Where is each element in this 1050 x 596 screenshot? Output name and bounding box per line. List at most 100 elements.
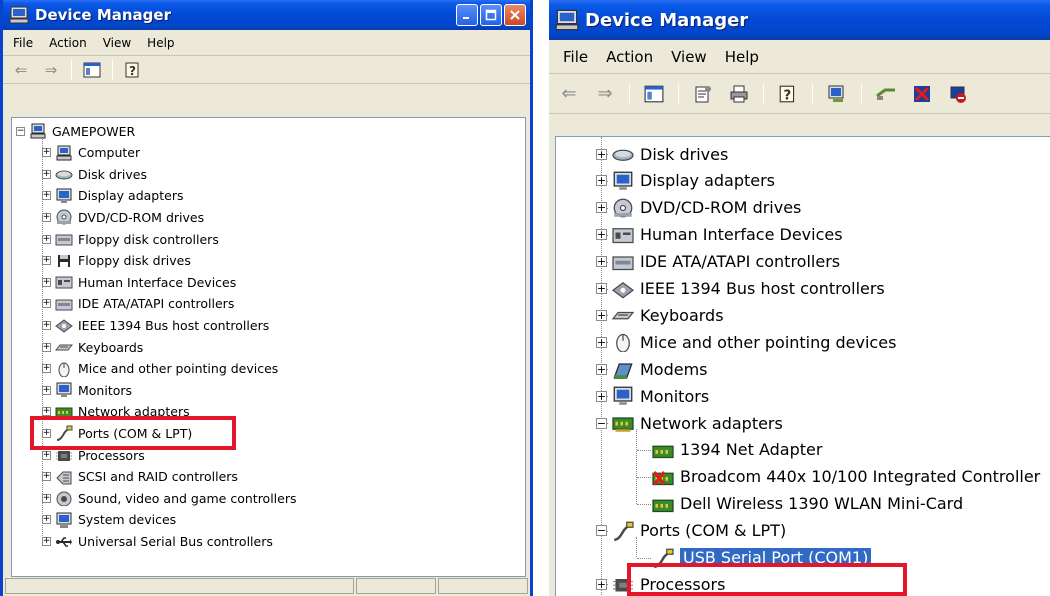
expand-icon[interactable]: + — [42, 234, 51, 244]
menu-file[interactable]: File — [563, 48, 588, 66]
tree-item-label: Floppy disk drives — [78, 253, 191, 269]
tree-item[interactable]: + Floppy disk drives — [42, 251, 191, 271]
tree-item[interactable]: + SCSI and RAID controllers — [42, 467, 238, 487]
window-title: Device Manager — [35, 6, 171, 24]
update-driver-icon[interactable] — [874, 82, 898, 106]
menu-view[interactable]: View — [671, 48, 707, 66]
forward-arrow-icon[interactable]: ⇒ — [41, 61, 61, 79]
title-bar[interactable]: Device Manager — [3, 0, 530, 30]
tree-item[interactable]: + IDE ATA/ATAPI controllers — [42, 294, 234, 314]
expand-icon[interactable]: + — [42, 299, 51, 309]
expand-icon[interactable]: + — [596, 363, 607, 375]
tree-item[interactable]: − Ports (COM & LPT) — [596, 518, 786, 544]
tree-item[interactable]: + Display adapters — [596, 168, 775, 194]
hid-icon — [55, 276, 73, 289]
show-hide-console-tree-icon[interactable] — [82, 61, 102, 79]
collapse-icon[interactable]: − — [596, 525, 607, 537]
expand-icon[interactable]: + — [42, 472, 51, 482]
tree-item[interactable]: + Disk drives — [42, 164, 147, 184]
minimize-button[interactable] — [456, 4, 478, 26]
tree-item[interactable]: + Monitors — [42, 380, 132, 400]
expand-icon[interactable]: + — [42, 536, 51, 546]
collapse-icon[interactable]: − — [596, 417, 607, 429]
expand-icon[interactable]: + — [596, 256, 607, 268]
tree-item-label: Display adapters — [640, 171, 776, 191]
tree-child-item[interactable]: Dell Wireless 1390 WLAN Mini-Card — [651, 491, 963, 517]
tree-item[interactable]: + System devices — [42, 510, 176, 530]
tree-item[interactable]: + Floppy disk controllers — [42, 229, 219, 249]
tree-item[interactable]: + Modems — [596, 356, 708, 382]
expand-icon[interactable]: + — [42, 342, 51, 352]
expand-icon[interactable]: + — [42, 212, 51, 222]
tree-item[interactable]: + DVD/CD-ROM drives — [596, 195, 801, 221]
tree-item[interactable]: + Sound, video and game controllers — [42, 488, 297, 508]
expand-icon[interactable]: + — [42, 277, 51, 287]
tree-connector-line — [637, 476, 651, 478]
tree-item[interactable]: + IDE ATA/ATAPI controllers — [596, 249, 840, 275]
expand-icon[interactable]: + — [596, 336, 607, 348]
expand-icon[interactable]: + — [42, 256, 51, 266]
tree-item[interactable]: + IEEE 1394 Bus host controllers — [596, 276, 885, 302]
tree-item[interactable]: + DVD/CD-ROM drives — [42, 207, 204, 227]
expand-icon[interactable]: + — [42, 515, 51, 525]
menu-view[interactable]: View — [103, 36, 131, 50]
expand-icon[interactable]: + — [596, 283, 607, 294]
expand-icon[interactable]: + — [596, 578, 607, 590]
menu-help[interactable]: Help — [147, 36, 174, 50]
tree-item[interactable]: + Human Interface Devices — [596, 222, 843, 248]
tree-child-item[interactable]: Broadcom 440x 10/100 Integrated Controll… — [651, 464, 1040, 490]
expand-icon[interactable]: + — [42, 407, 51, 417]
print-icon[interactable] — [727, 82, 751, 106]
disable-device-icon[interactable] — [946, 82, 970, 106]
expand-icon[interactable]: + — [42, 148, 51, 158]
ide-controller-icon — [55, 299, 73, 311]
maximize-button[interactable] — [480, 4, 502, 26]
help-icon[interactable]: ? — [123, 61, 143, 79]
menu-action[interactable]: Action — [49, 36, 87, 50]
expand-icon[interactable]: + — [42, 385, 51, 395]
expand-icon[interactable]: + — [596, 229, 607, 241]
tree-item[interactable]: − Network adapters — [596, 410, 783, 436]
tree-item[interactable]: + Monitors — [596, 383, 709, 409]
help-icon[interactable]: ? — [776, 82, 800, 106]
expand-icon[interactable]: + — [596, 148, 607, 160]
expand-icon[interactable]: + — [42, 450, 51, 460]
show-hide-console-tree-icon[interactable] — [642, 82, 666, 106]
tree-item[interactable]: + Disk drives — [596, 141, 728, 167]
tree-item[interactable]: + Mice and other pointing devices — [596, 329, 896, 355]
expand-icon[interactable]: + — [596, 390, 607, 402]
expand-icon[interactable]: + — [42, 169, 51, 179]
expand-icon[interactable]: + — [42, 191, 51, 201]
status-segment — [5, 578, 355, 594]
tree-root[interactable]: − GAMEPOWER — [16, 121, 135, 141]
expand-icon[interactable]: + — [596, 202, 607, 214]
menu-action[interactable]: Action — [606, 48, 653, 66]
expand-icon[interactable]: + — [42, 493, 51, 503]
tree-child-item[interactable]: 1394 Net Adapter — [651, 437, 822, 463]
forward-arrow-icon[interactable]: ⇒ — [593, 82, 617, 106]
tree-item[interactable]: + Mice and other pointing devices — [42, 359, 278, 379]
tree-item[interactable]: + Keyboards — [596, 302, 724, 328]
expand-icon[interactable]: + — [42, 364, 51, 374]
expand-icon[interactable]: + — [596, 309, 607, 321]
tree-item[interactable]: + IEEE 1394 Bus host controllers — [42, 315, 269, 335]
tree-item[interactable]: + Computer — [42, 143, 140, 163]
expand-icon[interactable]: + — [596, 175, 607, 187]
close-button[interactable] — [504, 4, 526, 26]
menu-help[interactable]: Help — [725, 48, 759, 66]
tree-item[interactable]: + Universal Serial Bus controllers — [42, 531, 273, 551]
tree-item[interactable]: + Human Interface Devices — [42, 272, 236, 292]
expand-icon[interactable]: + — [42, 320, 51, 330]
tree-item[interactable]: + Display adapters — [42, 186, 183, 206]
scan-hardware-icon[interactable] — [825, 82, 849, 106]
title-bar[interactable]: Device Manager — [549, 0, 1050, 40]
tree-item[interactable]: + Keyboards — [42, 337, 143, 357]
back-arrow-icon[interactable]: ⇐ — [557, 82, 581, 106]
floppy-drive-icon — [58, 254, 70, 267]
collapse-icon[interactable]: − — [16, 126, 25, 136]
back-arrow-icon[interactable]: ⇐ — [11, 61, 31, 79]
menu-file[interactable]: File — [13, 36, 33, 50]
status-segment — [356, 578, 437, 594]
uninstall-icon[interactable] — [910, 82, 934, 106]
properties-icon[interactable] — [691, 82, 715, 106]
